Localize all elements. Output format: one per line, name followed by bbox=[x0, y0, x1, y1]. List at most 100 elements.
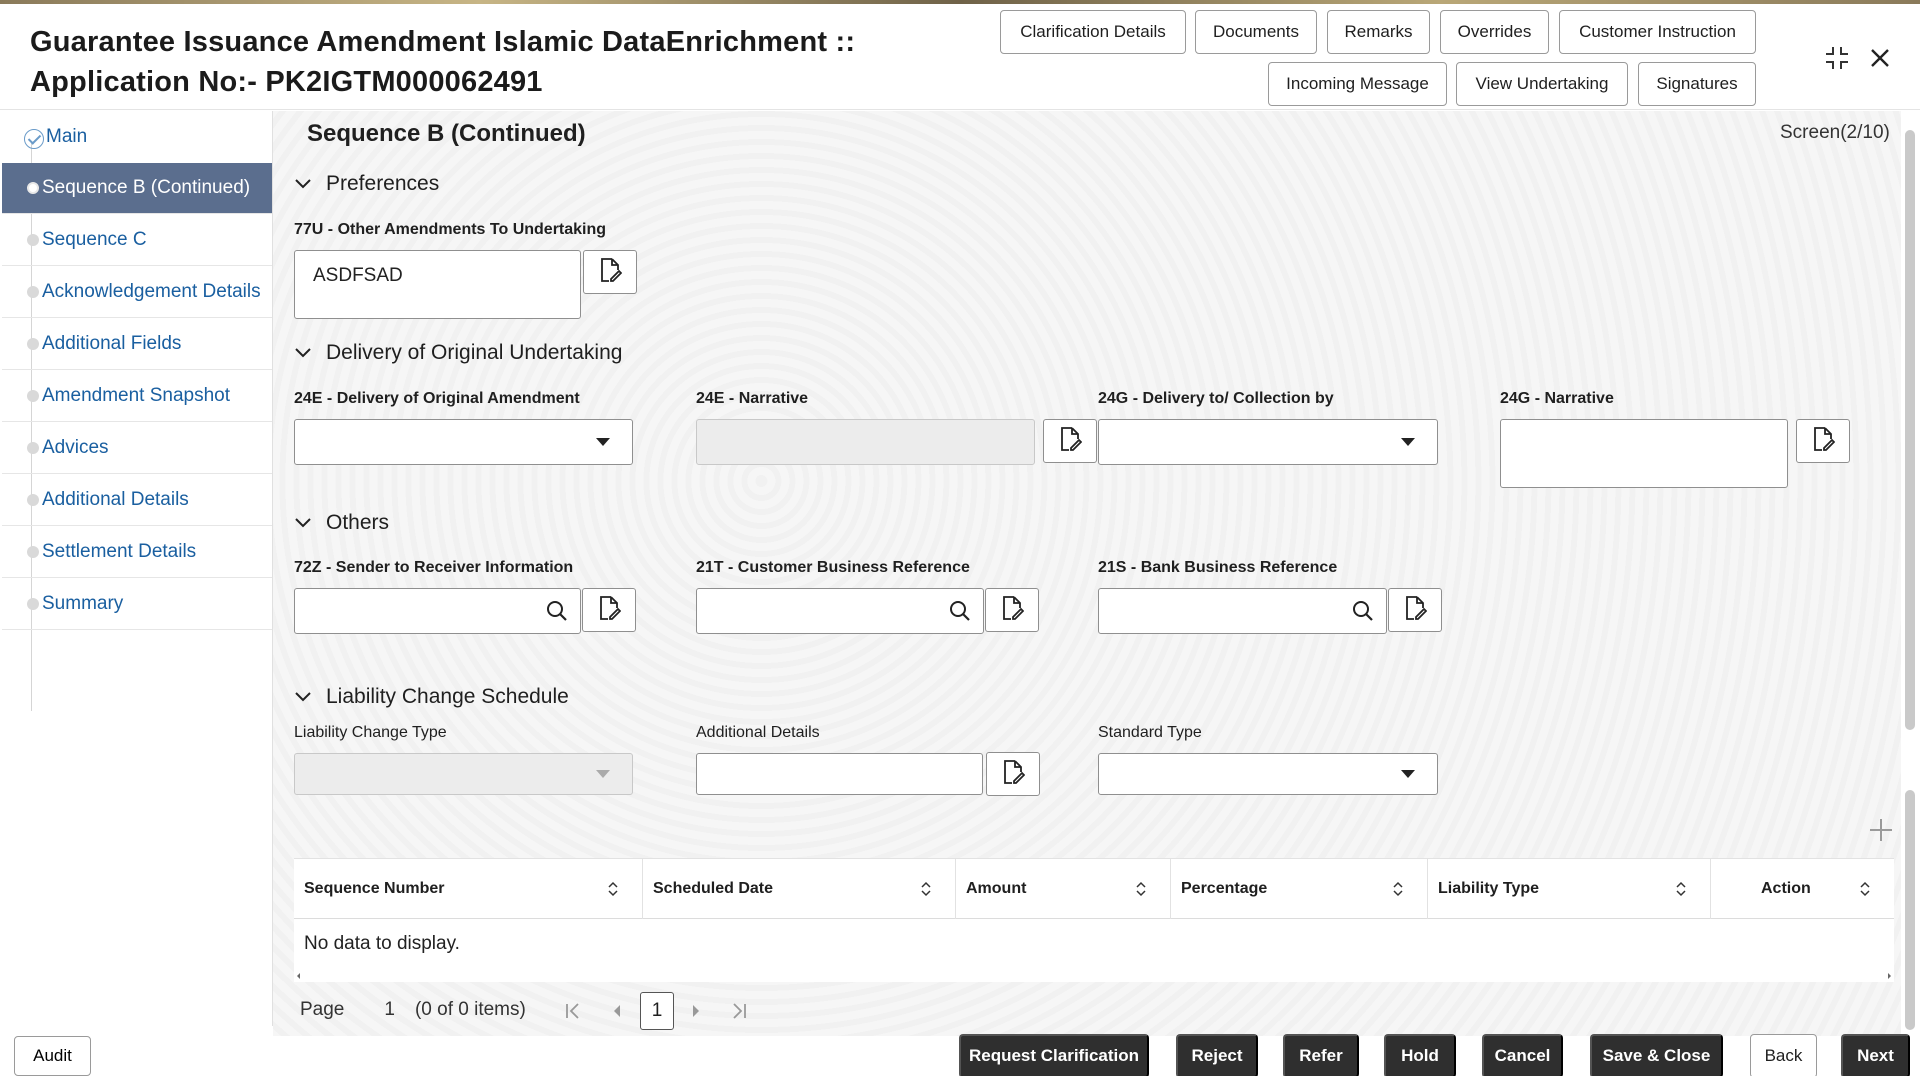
sender-receiver-label: 72Z - Sender to Receiver Information bbox=[294, 559, 573, 577]
edit-document-icon bbox=[1811, 426, 1835, 457]
sort-icon[interactable] bbox=[1136, 881, 1146, 897]
vertical-scrollbar-lower[interactable] bbox=[1905, 790, 1915, 1030]
sidebar-item-label: Additional Details bbox=[42, 489, 189, 511]
remarks-button[interactable]: Remarks bbox=[1327, 10, 1430, 54]
edit-document-icon bbox=[1403, 595, 1427, 626]
items-count: (0 of 0 items) bbox=[415, 999, 526, 1021]
narrative-24e-field bbox=[696, 419, 1035, 465]
customer-ref-input[interactable] bbox=[696, 588, 984, 634]
step-dot-icon bbox=[27, 390, 39, 402]
sidebar-item-main[interactable]: Main bbox=[2, 111, 272, 162]
collapse-icon[interactable] bbox=[1823, 44, 1851, 72]
delivery-section-toggle[interactable]: Delivery of Original Undertaking bbox=[294, 341, 622, 365]
customer-ref-edit-button[interactable] bbox=[985, 588, 1039, 632]
sidebar-item-settlement-details[interactable]: Settlement Details bbox=[2, 527, 272, 578]
sender-receiver-input[interactable] bbox=[294, 588, 581, 634]
column-header-percentage[interactable]: Percentage bbox=[1171, 859, 1428, 919]
sort-icon[interactable] bbox=[921, 881, 931, 897]
narrative-24g-edit-button[interactable] bbox=[1796, 419, 1850, 463]
sort-icon[interactable] bbox=[1860, 881, 1870, 897]
bank-ref-input[interactable] bbox=[1098, 588, 1387, 634]
documents-button[interactable]: Documents bbox=[1195, 10, 1317, 54]
sidebar-item-additional-fields[interactable]: Additional Fields bbox=[2, 319, 272, 370]
save-close-button[interactable]: Save & Close bbox=[1590, 1034, 1723, 1076]
clarification-details-button[interactable]: Clarification Details bbox=[1000, 10, 1186, 54]
first-page-icon[interactable] bbox=[562, 1000, 584, 1022]
refer-button[interactable]: Refer bbox=[1283, 1034, 1359, 1076]
chevron-down-icon bbox=[294, 344, 312, 362]
edit-document-icon bbox=[1058, 426, 1082, 457]
last-page-icon[interactable] bbox=[728, 1000, 750, 1022]
sidebar-item-label: Main bbox=[46, 126, 87, 148]
signatures-button[interactable]: Signatures bbox=[1638, 62, 1756, 106]
column-header-action[interactable]: Action bbox=[1711, 859, 1894, 919]
sort-icon[interactable] bbox=[608, 881, 618, 897]
column-label: Percentage bbox=[1181, 880, 1267, 898]
search-icon[interactable] bbox=[949, 600, 971, 622]
incoming-message-button[interactable]: Incoming Message bbox=[1268, 62, 1447, 106]
sidebar-item-summary[interactable]: Summary bbox=[2, 579, 272, 630]
check-icon bbox=[24, 129, 44, 149]
view-undertaking-button[interactable]: View Undertaking bbox=[1456, 62, 1628, 106]
sidebar-item-amendment-snapshot[interactable]: Amendment Snapshot bbox=[2, 371, 272, 422]
next-page-icon[interactable] bbox=[685, 1000, 707, 1022]
narrative-24g-field[interactable] bbox=[1500, 419, 1788, 488]
column-label: Sequence Number bbox=[304, 880, 444, 898]
section-heading: Others bbox=[326, 511, 389, 535]
sort-icon[interactable] bbox=[1393, 881, 1403, 897]
reject-button[interactable]: Reject bbox=[1176, 1034, 1258, 1076]
back-button[interactable]: Back bbox=[1750, 1034, 1817, 1076]
sidebar-item-sequence-c[interactable]: Sequence C bbox=[2, 215, 272, 266]
edit-document-icon bbox=[1001, 759, 1025, 790]
delivery-collection-select[interactable] bbox=[1098, 419, 1438, 465]
page-label: Page bbox=[300, 999, 344, 1021]
additional-details-field[interactable] bbox=[696, 753, 983, 795]
request-clarification-button[interactable]: Request Clarification bbox=[959, 1034, 1149, 1076]
section-heading: Delivery of Original Undertaking bbox=[326, 341, 622, 365]
edit-document-icon bbox=[597, 595, 621, 626]
column-header-amount[interactable]: Amount bbox=[956, 859, 1171, 919]
field-value: ASDFSAD bbox=[313, 265, 403, 287]
sidebar-item-sequence-b[interactable]: Sequence B (Continued) bbox=[2, 163, 272, 214]
step-dot-icon bbox=[27, 598, 39, 610]
search-icon[interactable] bbox=[1352, 600, 1374, 622]
horizontal-scrollbar[interactable] bbox=[294, 969, 1894, 981]
customer-instruction-button[interactable]: Customer Instruction bbox=[1559, 10, 1756, 54]
sender-receiver-edit-button[interactable] bbox=[582, 588, 636, 632]
search-icon[interactable] bbox=[546, 600, 568, 622]
edit-document-icon bbox=[598, 257, 622, 288]
sidebar-item-advices[interactable]: Advices bbox=[2, 423, 272, 474]
other-amendments-field[interactable]: ASDFSAD bbox=[294, 250, 581, 319]
column-header-scheduled-date[interactable]: Scheduled Date bbox=[643, 859, 956, 919]
preferences-section-toggle[interactable]: Preferences bbox=[294, 172, 439, 196]
hold-button[interactable]: Hold bbox=[1384, 1034, 1456, 1076]
narrative-24e-edit-button[interactable] bbox=[1043, 419, 1097, 463]
standard-type-select[interactable] bbox=[1098, 753, 1438, 795]
column-header-liability-type[interactable]: Liability Type bbox=[1428, 859, 1711, 919]
vertical-scrollbar[interactable] bbox=[1905, 130, 1915, 730]
sidebar-item-label: Additional Fields bbox=[42, 333, 181, 355]
add-row-button[interactable] bbox=[1866, 817, 1896, 847]
sort-icon[interactable] bbox=[1676, 881, 1686, 897]
current-page-button[interactable]: 1 bbox=[640, 992, 674, 1030]
additional-details-edit-button[interactable] bbox=[986, 752, 1040, 796]
close-icon[interactable] bbox=[1866, 44, 1894, 72]
column-header-sequence-number[interactable]: Sequence Number bbox=[294, 859, 643, 919]
sidebar-item-acknowledgement[interactable]: Acknowledgement Details bbox=[2, 267, 272, 318]
previous-page-icon[interactable] bbox=[606, 1000, 628, 1022]
others-section-toggle[interactable]: Others bbox=[294, 511, 389, 535]
sidebar-item-label: Settlement Details bbox=[42, 541, 196, 563]
other-amendments-edit-button[interactable] bbox=[583, 250, 637, 294]
step-dot-icon bbox=[27, 546, 39, 558]
sidebar-item-additional-details[interactable]: Additional Details bbox=[2, 475, 272, 526]
delivery-amendment-select[interactable] bbox=[294, 419, 633, 465]
liability-section-toggle[interactable]: Liability Change Schedule bbox=[294, 685, 569, 709]
cancel-button[interactable]: Cancel bbox=[1482, 1034, 1563, 1076]
step-dot-icon bbox=[27, 182, 39, 194]
step-dot-icon bbox=[27, 442, 39, 454]
overrides-button[interactable]: Overrides bbox=[1440, 10, 1549, 54]
next-button[interactable]: Next bbox=[1841, 1034, 1910, 1076]
audit-button[interactable]: Audit bbox=[14, 1036, 91, 1076]
step-dot-icon bbox=[27, 338, 39, 350]
bank-ref-edit-button[interactable] bbox=[1388, 588, 1442, 632]
